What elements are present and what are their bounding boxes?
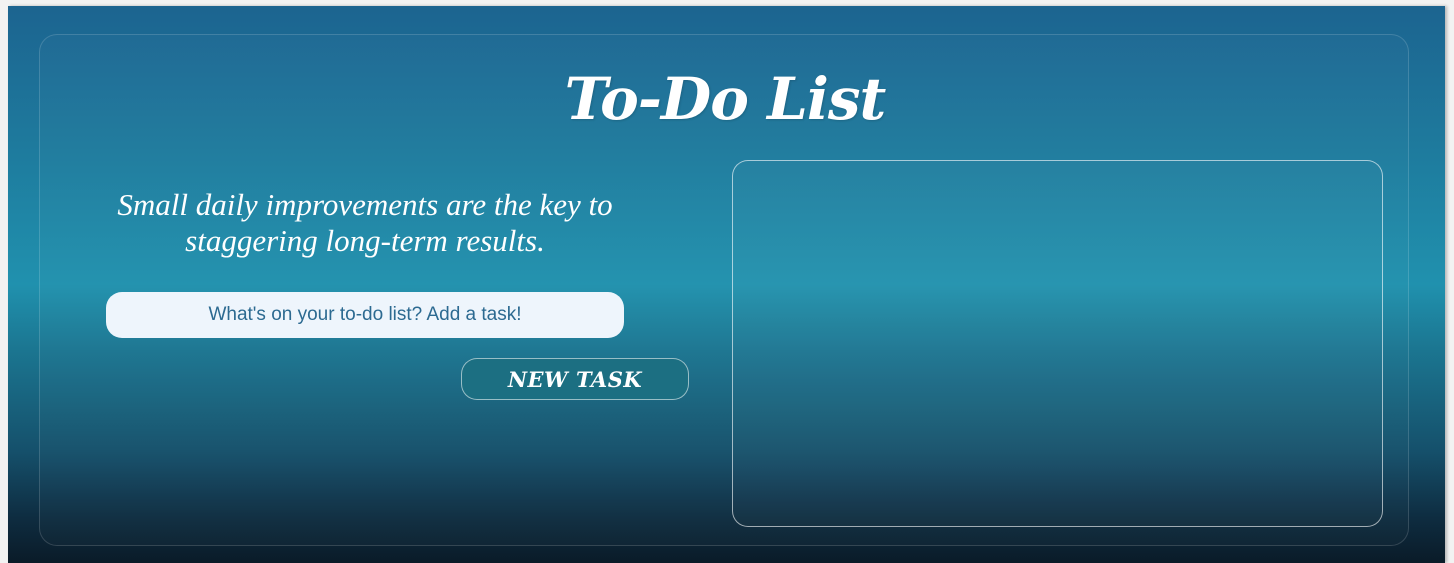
- task-list-panel[interactable]: [732, 160, 1383, 527]
- task-input[interactable]: [106, 292, 624, 338]
- todo-card: To-Do List Small daily improvements are …: [39, 34, 1409, 546]
- app-window: To-Do List Small daily improvements are …: [8, 6, 1445, 563]
- page-title: To-Do List: [564, 65, 887, 133]
- motivational-quote: Small daily improvements are the key to …: [117, 187, 613, 258]
- new-task-button[interactable]: NEW TASK: [461, 358, 689, 400]
